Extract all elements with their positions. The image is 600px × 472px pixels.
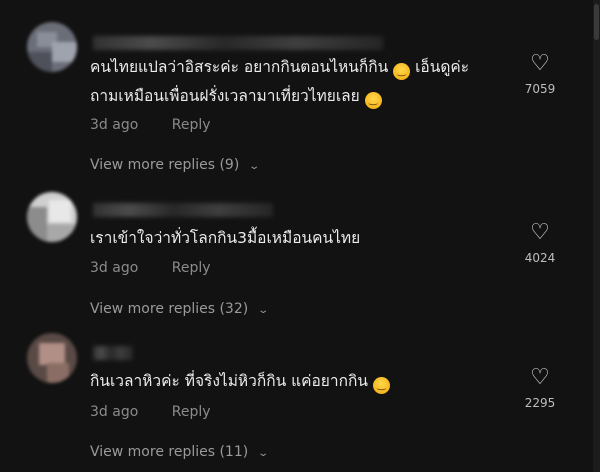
comment-meta: 3d ago Reply xyxy=(90,117,211,133)
scrollbar-thumb[interactable] xyxy=(594,4,599,40)
reply-button[interactable]: Reply xyxy=(172,117,211,133)
comment-text-line: คนไทยแปลว่าอิสระค่ะ อยากกินตอนไหนก็กิน xyxy=(90,58,389,76)
heart-outline-icon[interactable]: ♡ xyxy=(513,366,567,390)
chevron-down-icon: ⌄ xyxy=(256,305,269,316)
view-more-replies-label: View more replies (32) xyxy=(90,301,249,317)
comment-meta: 3d ago Reply xyxy=(90,260,211,276)
sweat-smile-emoji-icon: ‿ xyxy=(364,92,382,109)
heart-outline-icon[interactable]: ♡ xyxy=(513,221,567,245)
view-more-replies-button[interactable]: View more replies (32) ⌄ xyxy=(90,301,269,317)
comment-meta: 3d ago Reply xyxy=(90,404,211,420)
laughing-emoji-icon: ‿ xyxy=(393,63,411,80)
heart-outline-icon[interactable]: ♡ xyxy=(513,52,567,76)
like-count: 4024 xyxy=(524,251,556,265)
comment-time: 3d ago xyxy=(90,260,139,276)
comment-text-line: เอ็นดูค่ะ xyxy=(415,58,470,76)
comment-text-line: เราเข้าใจว่าทั่วโลกกิน3มื้อเหมือนคนไทย xyxy=(90,229,361,247)
like-button[interactable]: ♡ 2295 xyxy=(513,366,567,411)
view-more-replies-label: View more replies (11) xyxy=(90,444,249,460)
username-blurred[interactable] xyxy=(93,346,133,360)
like-count: 2295 xyxy=(524,396,556,410)
username-blurred[interactable] xyxy=(93,203,273,217)
avatar[interactable] xyxy=(27,333,77,383)
view-more-replies-label: View more replies (9) xyxy=(90,157,240,173)
comment-time: 3d ago xyxy=(90,404,139,420)
scrollbar[interactable] xyxy=(593,0,600,472)
like-button[interactable]: ♡ 4024 xyxy=(513,221,567,266)
chevron-down-icon: ⌄ xyxy=(256,448,269,459)
comment-time: 3d ago xyxy=(90,117,139,133)
chevron-down-icon: ⌄ xyxy=(248,161,260,172)
like-count: 7059 xyxy=(524,82,556,96)
like-button[interactable]: ♡ 7059 xyxy=(513,52,567,97)
username-blurred[interactable] xyxy=(93,36,383,50)
laughing-emoji-icon: ‿ xyxy=(372,377,390,394)
reply-button[interactable]: Reply xyxy=(172,404,211,420)
avatar[interactable] xyxy=(27,22,77,72)
reply-button[interactable]: Reply xyxy=(172,260,211,276)
comment-text: เราเข้าใจว่าทั่วโลกกิน3มื้อเหมือนคนไทย xyxy=(90,224,490,253)
comment-text: กินเวลาหิวค่ะ ที่จริงไม่หิวก็กิน แค่อยาก… xyxy=(90,367,490,396)
comment-text-line: ถามเหมือนเพื่อนฝรั่งเวลามาเที่ยวไทยเลย xyxy=(90,87,360,105)
view-more-replies-button[interactable]: View more replies (11) ⌄ xyxy=(90,444,269,460)
comment-text: คนไทยแปลว่าอิสระค่ะ อยากกินตอนไหนก็กิน ‿… xyxy=(90,53,490,111)
view-more-replies-button[interactable]: View more replies (9) ⌄ xyxy=(90,157,260,173)
avatar[interactable] xyxy=(27,192,77,242)
comment-text-line: กินเวลาหิวค่ะ ที่จริงไม่หิวก็กิน แค่อยาก… xyxy=(90,372,368,390)
